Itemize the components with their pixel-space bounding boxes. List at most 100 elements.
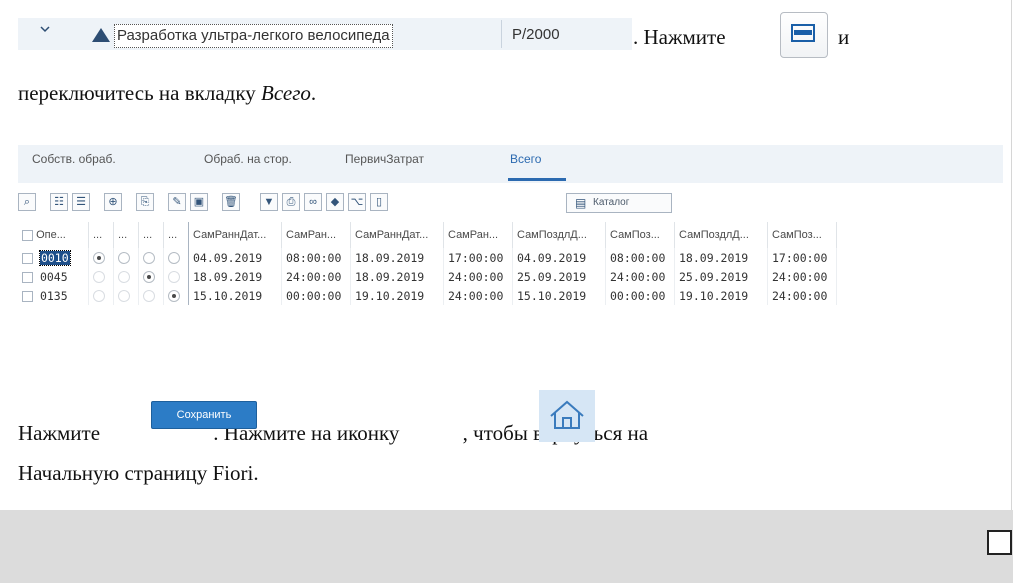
radio-button[interactable] (118, 252, 130, 264)
catalog-button[interactable]: Каталог (566, 193, 672, 213)
radio-cell[interactable] (88, 267, 114, 286)
tab-total[interactable]: Всего (510, 152, 541, 166)
table-cell: 24:00:00 (767, 267, 837, 286)
column-header[interactable]: СамРан... (443, 222, 513, 248)
radio-button[interactable] (168, 252, 180, 264)
zoom-icon[interactable]: ⌕ (18, 193, 36, 211)
operation-cell[interactable]: 0010 (18, 248, 89, 267)
column-header[interactable]: СамРаннДат... (188, 222, 282, 248)
table-row[interactable]: 0010 04.09.2019 08:00:00 18.09.2019 17:00:00… (18, 248, 837, 267)
radio-cell[interactable] (163, 248, 189, 267)
row-checkbox[interactable] (22, 290, 33, 302)
filter-icon[interactable]: ▼ (260, 193, 278, 211)
operation-number: 0010 (38, 249, 71, 266)
tab-own-processing[interactable]: Собств. обраб. (32, 152, 116, 166)
radio-cell[interactable] (113, 286, 139, 305)
table-cell: 15.10.2019 (512, 286, 606, 305)
instruction-line-4: Начальную страницу Fiori. (18, 461, 259, 485)
operation-number: 0045 (39, 269, 68, 284)
add-icon[interactable]: ⊕ (104, 193, 122, 211)
active-tab-indicator (508, 178, 566, 181)
row-checkbox[interactable] (22, 271, 33, 283)
instruction-text: . Нажмите (633, 25, 726, 49)
radio-cell[interactable] (138, 286, 164, 305)
column-header[interactable]: СамПоздлД... (512, 222, 606, 248)
instruction-punct: . (310, 81, 317, 105)
chevron-down-icon[interactable] (40, 24, 50, 34)
radio-cell[interactable] (163, 286, 189, 305)
sap-operations-panel: Собств. обраб. Обраб. на стор. ПервичЗат… (18, 145, 1003, 345)
collapse-icon[interactable]: ☰ (72, 193, 90, 211)
table-cell: 08:00:00 (281, 248, 351, 267)
diamond-icon[interactable]: ◆ (326, 193, 344, 211)
column-header[interactable]: ... (138, 222, 164, 248)
radio-button[interactable] (93, 290, 105, 302)
link-icon[interactable]: ∞ (304, 193, 322, 211)
radio-cell[interactable] (113, 267, 139, 286)
radio-cell[interactable] (88, 248, 114, 267)
table-cell: 00:00:00 (605, 286, 675, 305)
column-header[interactable]: Опе... (18, 222, 89, 248)
radio-button[interactable] (118, 271, 130, 283)
tab-name-italic: Всего (261, 81, 311, 105)
info-icon[interactable]: ▣ (190, 193, 208, 211)
column-header[interactable]: СамПоз... (605, 222, 675, 248)
radio-button[interactable] (93, 271, 105, 283)
operation-cell[interactable]: 0135 (18, 286, 89, 305)
hierarchy-icon[interactable]: ⌥ (348, 193, 366, 211)
table-cell: 17:00:00 (767, 248, 837, 267)
delete-icon[interactable]: 🗑 (222, 193, 240, 211)
radio-button[interactable] (118, 290, 130, 302)
operation-cell[interactable]: 0045 (18, 267, 89, 286)
detail-view-icon (791, 24, 815, 42)
table-cell: 24:00:00 (605, 267, 675, 286)
table-cell: 18.09.2019 (674, 248, 768, 267)
document-icon[interactable]: ▯ (370, 193, 388, 211)
column-header[interactable]: ... (88, 222, 114, 248)
radio-cell[interactable] (88, 286, 114, 305)
table-row[interactable]: 0135 15.10.2019 00:00:00 19.10.2019 24:00:00… (18, 286, 837, 305)
row-checkbox[interactable] (22, 252, 33, 264)
footer-bar (0, 510, 1013, 583)
home-icon (550, 400, 584, 429)
footer-checkbox[interactable] (987, 530, 1012, 555)
home-button[interactable] (539, 390, 595, 442)
table-cell: 04.09.2019 (188, 248, 282, 267)
grid-toolbar: ⌕ ☷ ☰ ⊕ ⎘ ✎ ▣ 🗑 ▼ ⎙ ∞ ◆ ⌥ ▯ Каталог (18, 193, 1003, 215)
radio-button[interactable] (168, 290, 180, 302)
radio-cell[interactable] (138, 267, 164, 286)
table-row[interactable]: 0045 18.09.2019 24:00:00 18.09.2019 24:00:00… (18, 267, 837, 286)
table-header-row: Опе... ... ... ... ... СамРаннДат... Сам… (18, 222, 837, 248)
print-icon[interactable]: ⎙ (282, 193, 300, 211)
expand-icon[interactable]: ☷ (50, 193, 68, 211)
radio-button[interactable] (143, 290, 155, 302)
detail-view-button[interactable] (780, 12, 828, 58)
radio-button[interactable] (143, 271, 155, 283)
tab-primary-costs[interactable]: ПервичЗатрат (345, 152, 424, 166)
column-header[interactable]: ... (113, 222, 139, 248)
column-header[interactable]: СамРан... (281, 222, 351, 248)
radio-cell[interactable] (138, 248, 164, 267)
tree-node-code: P/2000 (512, 26, 560, 43)
tools-icon[interactable]: ✎ (168, 193, 186, 211)
radio-button[interactable] (168, 271, 180, 283)
radio-button[interactable] (143, 252, 155, 264)
column-header[interactable]: ... (163, 222, 189, 248)
radio-button[interactable] (93, 252, 105, 264)
tree-row[interactable]: Разработка ультра-легкого велосипеда P/2… (18, 18, 632, 50)
save-button[interactable]: Сохранить (151, 401, 257, 429)
column-header[interactable]: СамРаннДат... (350, 222, 444, 248)
column-header[interactable]: СамПоз... (767, 222, 837, 248)
column-header[interactable]: СамПоздлД... (674, 222, 768, 248)
radio-cell[interactable] (113, 248, 139, 267)
instruction-line-2: переключитесь на вкладку Всего. (18, 78, 316, 108)
copy-icon[interactable]: ⎘ (136, 193, 154, 211)
table-cell: 25.09.2019 (512, 267, 606, 286)
table-cell: 08:00:00 (605, 248, 675, 267)
select-all-checkbox[interactable] (22, 229, 33, 241)
table-cell: 19.10.2019 (350, 286, 444, 305)
tree-node-label[interactable]: Разработка ультра-легкого велосипеда (114, 24, 393, 48)
radio-cell[interactable] (163, 267, 189, 286)
instruction-text: Нажмите (18, 421, 106, 445)
tab-external-processing[interactable]: Обраб. на стор. (204, 152, 292, 166)
